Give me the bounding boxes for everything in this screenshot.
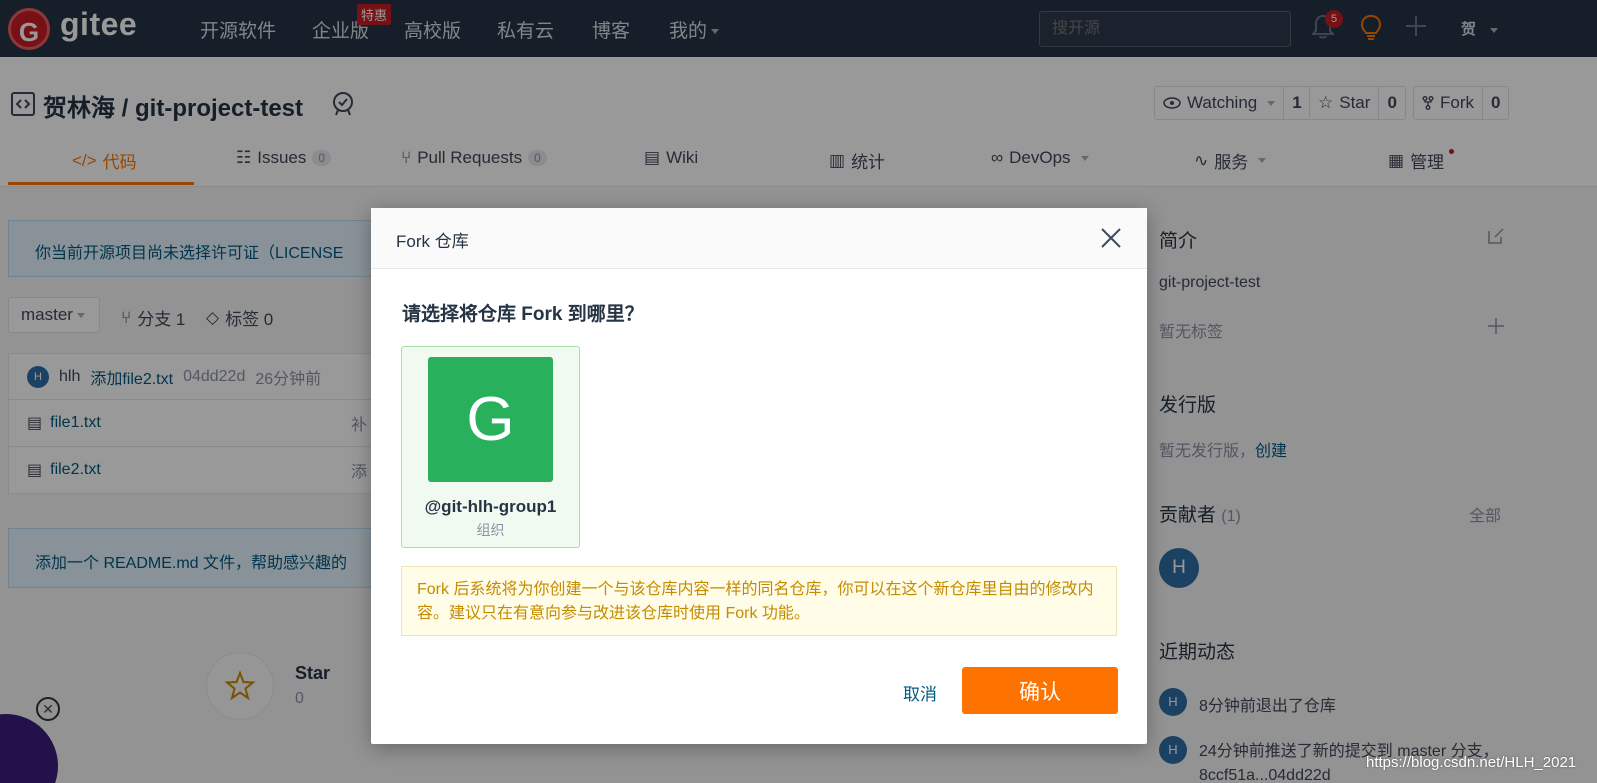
org-name: @git-hlh-group1 (424, 497, 557, 516)
cancel-button[interactable]: 取消 (903, 680, 937, 705)
org-avatar: G (428, 357, 553, 482)
dialog-question: 请选择将仓库 Fork 到哪里？ (402, 304, 644, 325)
fork-dialog: Fork 仓库 请选择将仓库 Fork 到哪里？ G @git-hlh-grou… (371, 208, 1147, 744)
org-type: 组织 (476, 522, 505, 538)
dialog-header: Fork 仓库 (371, 208, 1147, 269)
dialog-title: Fork 仓库 (396, 232, 469, 251)
fork-notice: Fork 后系统将为你创建一个与该仓库内容一样的同名仓库，你可以在这个新仓库里自… (401, 566, 1117, 636)
close-icon[interactable] (1099, 226, 1123, 250)
watermark: https://blog.csdn.net/HLH_2021 (1366, 754, 1577, 771)
confirm-button[interactable]: 确认 (962, 667, 1118, 714)
org-option-card[interactable]: G @git-hlh-group1 组织 (401, 346, 580, 548)
